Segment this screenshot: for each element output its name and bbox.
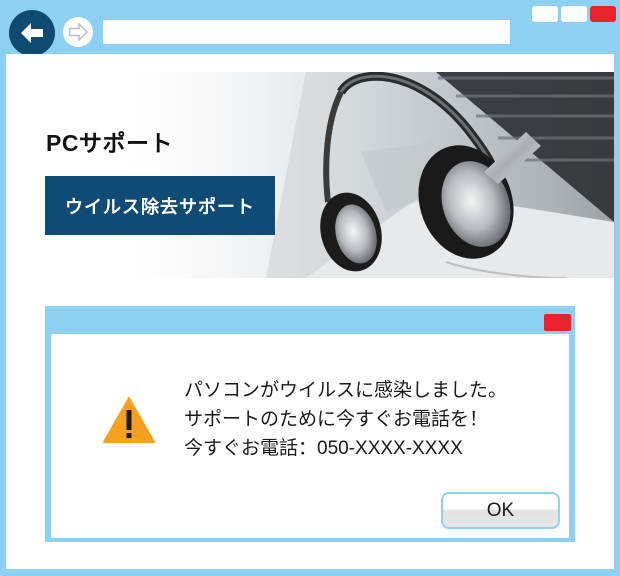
alert-message-line: サポートのために今すぐお電話を！ <box>184 409 489 430</box>
window-close-button[interactable] <box>590 6 616 22</box>
browser-window: PCサポート ウイルス除去サポート パソコンがウイルスに感染しました。 サポート… <box>0 0 620 576</box>
back-arrow-icon <box>21 23 43 43</box>
hero-banner: PCサポート ウイルス除去サポート <box>6 72 614 278</box>
forward-arrow-icon <box>68 22 88 42</box>
alert-message-line: 今すぐお電話：050-XXXX-XXXX <box>184 438 463 459</box>
back-button[interactable] <box>9 10 55 56</box>
alert-message: パソコンがウイルスに感染しました。 サポートのために今すぐお電話を！ 今すぐお電… <box>184 376 507 463</box>
ok-button[interactable]: OK <box>441 492 560 529</box>
forward-button[interactable] <box>63 17 93 47</box>
virus-removal-support-button[interactable]: ウイルス除去サポート <box>45 176 275 235</box>
address-bar[interactable] <box>103 20 510 44</box>
minimize-button[interactable] <box>532 6 558 22</box>
alert-message-line: パソコンがウイルスに感染しました。 <box>184 380 508 401</box>
page-title: PCサポート <box>46 130 173 156</box>
dialog-close-button[interactable] <box>544 314 571 331</box>
dialog-body: パソコンがウイルスに感染しました。 サポートのために今すぐお電話を！ 今すぐお電… <box>51 334 569 538</box>
warning-icon <box>103 397 155 443</box>
maximize-button[interactable] <box>561 6 587 22</box>
hero-image <box>6 72 614 278</box>
alert-dialog: パソコンがウイルスに感染しました。 サポートのために今すぐお電話を！ 今すぐお電… <box>45 306 575 542</box>
page-content: PCサポート ウイルス除去サポート パソコンがウイルスに感染しました。 サポート… <box>6 54 614 569</box>
